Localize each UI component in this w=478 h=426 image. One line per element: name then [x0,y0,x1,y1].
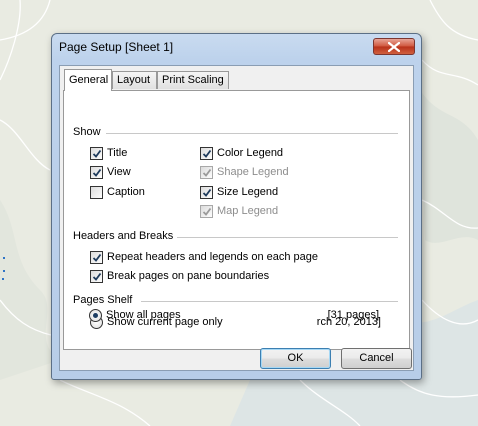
checkbox-box [200,204,213,218]
title-checkbox[interactable]: Title [90,145,127,161]
checkbox-box [200,165,213,179]
view-checkbox[interactable]: View [90,164,131,180]
dialog-client-area: General Layout Print Scaling Show Title … [59,65,414,371]
checkbox-label: Shape Legend [217,166,289,178]
checkbox-box [200,185,213,199]
checkmark-icon [202,168,212,177]
checkbox-label: Map Legend [217,205,279,217]
checkbox-label: View [107,166,131,178]
show-all-pages-radio[interactable]: Show all pages [89,307,181,323]
checkbox-box [90,250,103,264]
checkmark-icon [202,149,212,158]
map-legend-checkbox: Map Legend [200,203,278,219]
close-icon [388,42,400,52]
tab-layout[interactable]: Layout [112,71,157,89]
show-group-heading: Show [73,126,105,138]
caption-checkbox[interactable]: Caption [90,184,145,200]
checkbox-label: Color Legend [217,147,284,159]
close-button[interactable] [373,38,415,55]
checkbox-box [90,185,103,199]
pages-shelf-heading: Pages Shelf [73,294,137,306]
show-group-divider [106,133,398,134]
checkbox-label: Title [107,147,128,159]
break-pages-checkbox[interactable]: Break pages on pane boundaries [90,268,269,284]
radio-selected-dot [93,312,98,318]
checkbox-label: Caption [107,186,145,198]
radio-circle [89,308,102,322]
size-legend-checkbox[interactable]: Size Legend [200,184,278,200]
checkbox-box [90,146,103,160]
all-pages-info: [31 pages] [327,309,379,321]
repeat-headers-checkbox[interactable]: Repeat headers and legends on each page [90,249,318,265]
headers-group-divider [174,237,398,238]
checkmark-icon [92,168,102,177]
checkmark-icon [92,253,102,262]
headers-breaks-heading: Headers and Breaks [73,230,178,242]
checkmark-icon [202,188,212,197]
dialog-title: Page Setup [Sheet 1] [59,40,174,54]
shape-legend-checkbox: Shape Legend [200,164,289,180]
radio-label: Show all pages [106,309,181,321]
pages-shelf-divider [141,301,398,302]
checkbox-label: Repeat headers and legends on each page [107,251,319,263]
checkbox-box [90,165,103,179]
checkbox-box [200,146,213,160]
checkmark-icon [92,272,102,281]
cancel-button[interactable]: Cancel [341,348,412,369]
tab-print-scaling[interactable]: Print Scaling [157,71,229,89]
color-legend-checkbox[interactable]: Color Legend [200,145,283,161]
page-setup-dialog: Page Setup [Sheet 1] General Layout Prin… [51,33,422,380]
ok-button[interactable]: OK [260,348,331,369]
checkmark-icon [92,149,102,158]
title-bar[interactable]: Page Setup [Sheet 1] [52,34,421,60]
tab-general[interactable]: General [64,69,112,91]
checkbox-label: Break pages on pane boundaries [107,270,270,282]
checkmark-icon [202,207,212,216]
checkbox-label: Size Legend [217,186,279,198]
checkbox-box [90,269,103,283]
